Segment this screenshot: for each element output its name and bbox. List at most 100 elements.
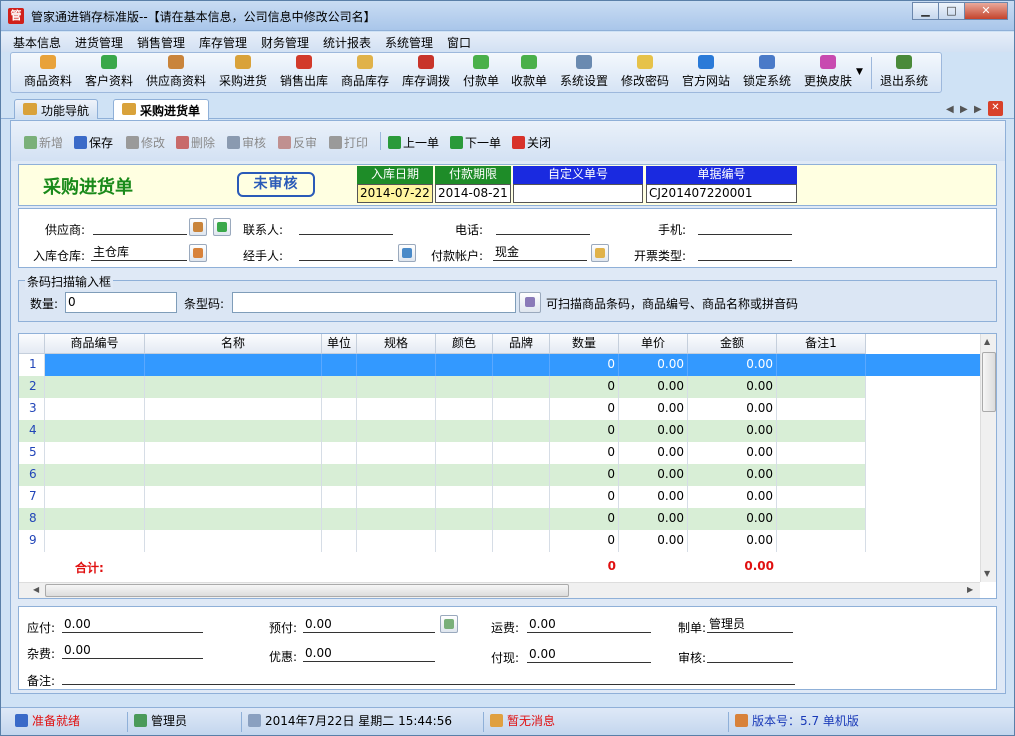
close-button[interactable]: 关闭 xyxy=(512,134,551,151)
cell-color[interactable] xyxy=(436,508,493,530)
cell-amount[interactable]: 0.00 xyxy=(688,354,777,376)
toolbar-payment-button[interactable]: 付款单 xyxy=(463,55,499,89)
edit-button[interactable]: 修改 xyxy=(126,134,165,151)
custom-order-no-input[interactable] xyxy=(513,184,643,203)
cell-qty[interactable]: 0 xyxy=(550,376,619,398)
cell-price[interactable]: 0.00 xyxy=(619,398,688,420)
barcode-search-button[interactable] xyxy=(519,292,541,313)
cell-amount[interactable]: 0.00 xyxy=(688,530,777,552)
close-tab-icon[interactable]: ✕ xyxy=(988,101,1003,116)
cell-price[interactable]: 0.00 xyxy=(619,530,688,552)
add-button[interactable]: 新增 xyxy=(24,134,63,151)
toolbar-exit-button[interactable]: 退出系统 xyxy=(880,55,928,89)
cell-unit[interactable] xyxy=(322,486,357,508)
remark-input[interactable] xyxy=(62,669,795,685)
column-header-price[interactable]: 单价 xyxy=(619,334,688,354)
account-input[interactable]: 现金 xyxy=(493,245,587,261)
cell-unit[interactable] xyxy=(322,464,357,486)
audit-button[interactable]: 审核 xyxy=(227,134,266,151)
cell-brand[interactable] xyxy=(493,354,550,376)
cell-name[interactable] xyxy=(145,508,322,530)
cell-price[interactable]: 0.00 xyxy=(619,486,688,508)
cell-qty[interactable]: 0 xyxy=(550,442,619,464)
cell-unit[interactable] xyxy=(322,508,357,530)
supplier-input[interactable] xyxy=(93,219,187,235)
cell-brand[interactable] xyxy=(493,376,550,398)
cell-spec[interactable] xyxy=(357,530,436,552)
cash-paid-input[interactable]: 0.00 xyxy=(527,647,651,663)
tab-list-icon[interactable]: ▶ xyxy=(974,104,982,115)
mobile-input[interactable] xyxy=(698,219,792,235)
cell-price[interactable]: 0.00 xyxy=(619,442,688,464)
cell-amount[interactable]: 0.00 xyxy=(688,376,777,398)
cell-amount[interactable]: 0.00 xyxy=(688,508,777,530)
cell-amount[interactable]: 0.00 xyxy=(688,464,777,486)
handler-input[interactable] xyxy=(299,245,393,261)
invoice-type-input[interactable] xyxy=(698,245,792,261)
cell-remark[interactable] xyxy=(777,464,866,486)
tab-scroll-left-icon[interactable]: ◀ xyxy=(946,104,954,115)
menu-finance[interactable]: 财务管理 xyxy=(261,34,309,51)
warehouse-input[interactable]: 主仓库 xyxy=(91,245,187,261)
toolbar-settings-button[interactable]: 系统设置 xyxy=(560,55,608,89)
delete-button[interactable]: 删除 xyxy=(176,134,215,151)
cell-remark[interactable] xyxy=(777,376,866,398)
cell-spec[interactable] xyxy=(357,420,436,442)
cell-color[interactable] xyxy=(436,530,493,552)
column-header-name[interactable]: 名称 xyxy=(145,334,322,354)
cell-code[interactable] xyxy=(45,486,145,508)
cell-spec[interactable] xyxy=(357,354,436,376)
horizontal-scroll-thumb[interactable] xyxy=(45,584,569,597)
freight-input[interactable]: 0.00 xyxy=(527,617,651,633)
cell-code[interactable] xyxy=(45,442,145,464)
table-row[interactable]: 8 0 0.00 0.00 xyxy=(19,508,866,530)
cell-remark[interactable] xyxy=(777,508,866,530)
toolbar-customer-button[interactable]: 客户资料 xyxy=(85,55,133,89)
scroll-up-icon[interactable]: ▲ xyxy=(984,337,990,346)
cell-brand[interactable] xyxy=(493,398,550,420)
cell-code[interactable] xyxy=(45,354,145,376)
cell-unit[interactable] xyxy=(322,398,357,420)
prev-order-button[interactable]: 上一单 xyxy=(388,134,439,151)
cell-spec[interactable] xyxy=(357,508,436,530)
cell-color[interactable] xyxy=(436,464,493,486)
title-bar[interactable]: 管 管家通进销存标准版--【请在基本信息，公司信息中修改公司名】 ▁ □ ✕ xyxy=(1,1,1014,31)
contact-input[interactable] xyxy=(299,219,393,235)
cell-name[interactable] xyxy=(145,464,322,486)
cell-remark[interactable] xyxy=(777,398,866,420)
prepaid-input[interactable]: 0.00 xyxy=(303,617,435,633)
cell-name[interactable] xyxy=(145,420,322,442)
cell-qty[interactable]: 0 xyxy=(550,464,619,486)
document-no-input[interactable]: CJ201407220001 xyxy=(646,184,797,203)
cell-spec[interactable] xyxy=(357,486,436,508)
warehouse-select-button[interactable] xyxy=(189,244,207,262)
tab-scroll-right-icon[interactable]: ▶ xyxy=(960,104,968,115)
scroll-right-icon[interactable]: ▶ xyxy=(967,585,973,594)
vertical-scroll-thumb[interactable] xyxy=(982,352,996,412)
toolbar-sales-button[interactable]: 销售出库 xyxy=(280,55,328,89)
menu-sales[interactable]: 销售管理 xyxy=(137,34,185,51)
next-order-button[interactable]: 下一单 xyxy=(450,134,501,151)
cell-name[interactable] xyxy=(145,530,322,552)
supplier-select-button[interactable] xyxy=(189,218,207,236)
cell-brand[interactable] xyxy=(493,464,550,486)
cell-color[interactable] xyxy=(436,420,493,442)
toolbar-supplier-button[interactable]: 供应商资料 xyxy=(146,55,206,89)
menu-system[interactable]: 系统管理 xyxy=(385,34,433,51)
menu-purchase[interactable]: 进货管理 xyxy=(75,34,123,51)
payment-due-input[interactable]: 2014-08-21 xyxy=(435,184,511,203)
cell-name[interactable] xyxy=(145,354,322,376)
menu-window[interactable]: 窗口 xyxy=(447,34,471,51)
table-row[interactable]: 1 0 0.00 0.00 xyxy=(19,354,980,376)
status-message[interactable]: 暂无消息 xyxy=(490,712,555,730)
save-button[interactable]: 保存 xyxy=(74,134,113,151)
column-header-qty[interactable]: 数量 xyxy=(550,334,619,354)
toolbar-password-button[interactable]: 修改密码 xyxy=(621,55,669,89)
cell-color[interactable] xyxy=(436,486,493,508)
cell-spec[interactable] xyxy=(357,442,436,464)
misc-fee-input[interactable]: 0.00 xyxy=(62,643,203,659)
cell-qty[interactable]: 0 xyxy=(550,354,619,376)
column-header-color[interactable]: 颜色 xyxy=(436,334,493,354)
tab-function-nav[interactable]: 功能导航 xyxy=(14,99,99,119)
scan-qty-input[interactable]: 0 xyxy=(65,292,177,313)
